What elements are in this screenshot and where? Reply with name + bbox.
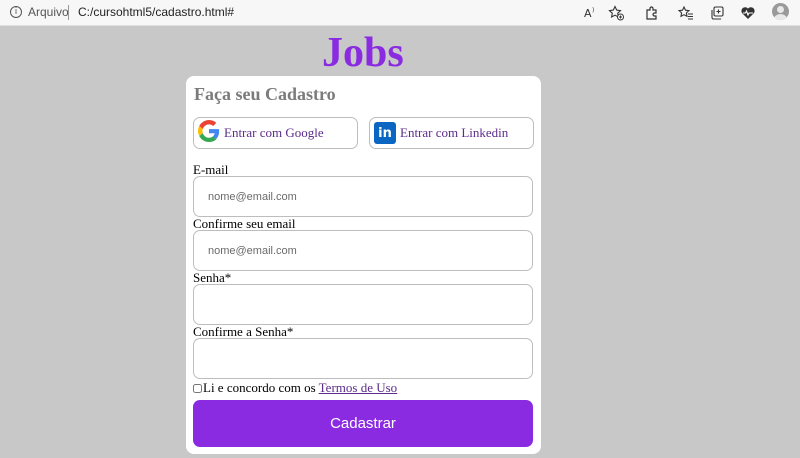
address-separator bbox=[68, 5, 69, 20]
info-icon[interactable]: i bbox=[10, 6, 22, 18]
linkedin-signin-label: Entrar com Linkedin bbox=[400, 125, 509, 140]
google-icon bbox=[198, 119, 220, 147]
submit-button[interactable]: Cadastrar bbox=[193, 400, 533, 447]
svg-text:A: A bbox=[584, 7, 592, 20]
google-signin-label: Entrar com Google bbox=[224, 125, 324, 140]
terms-text: Li e concordo com os bbox=[203, 380, 316, 395]
site-info-label[interactable]: Arquivo bbox=[28, 5, 69, 19]
svg-text:): ) bbox=[592, 7, 594, 14]
email-field[interactable] bbox=[193, 176, 533, 217]
linkedin-signin-button[interactable]: in Entrar com Linkedin bbox=[369, 117, 534, 149]
extensions-icon[interactable] bbox=[643, 4, 661, 22]
favorites-icon[interactable] bbox=[677, 4, 695, 22]
linkedin-icon: in bbox=[374, 122, 396, 144]
read-aloud-icon[interactable]: A) bbox=[582, 4, 600, 22]
browser-toolbar: i Arquivo C:/cursohtml5/cadastro.html# A… bbox=[0, 0, 800, 26]
terms-link[interactable]: Termos de Uso bbox=[319, 380, 398, 396]
password-confirm-field[interactable] bbox=[193, 338, 533, 379]
email-confirm-field[interactable] bbox=[193, 230, 533, 271]
signup-card: Faça seu Cadastro Entrar com Google in E… bbox=[186, 76, 541, 454]
terms-row: Li e concordo com os Termos de Uso bbox=[193, 380, 397, 396]
form-heading: Faça seu Cadastro bbox=[194, 84, 336, 104]
google-signin-button[interactable]: Entrar com Google bbox=[193, 117, 358, 149]
favorite-add-icon[interactable] bbox=[607, 4, 625, 22]
collections-icon[interactable] bbox=[708, 4, 726, 22]
health-icon[interactable] bbox=[739, 4, 757, 22]
address-bar[interactable]: C:/cursohtml5/cadastro.html# bbox=[78, 5, 234, 19]
password-field[interactable] bbox=[193, 284, 533, 325]
profile-avatar[interactable] bbox=[772, 3, 789, 20]
terms-checkbox[interactable] bbox=[193, 383, 202, 393]
page-title: Jobs bbox=[322, 30, 404, 76]
